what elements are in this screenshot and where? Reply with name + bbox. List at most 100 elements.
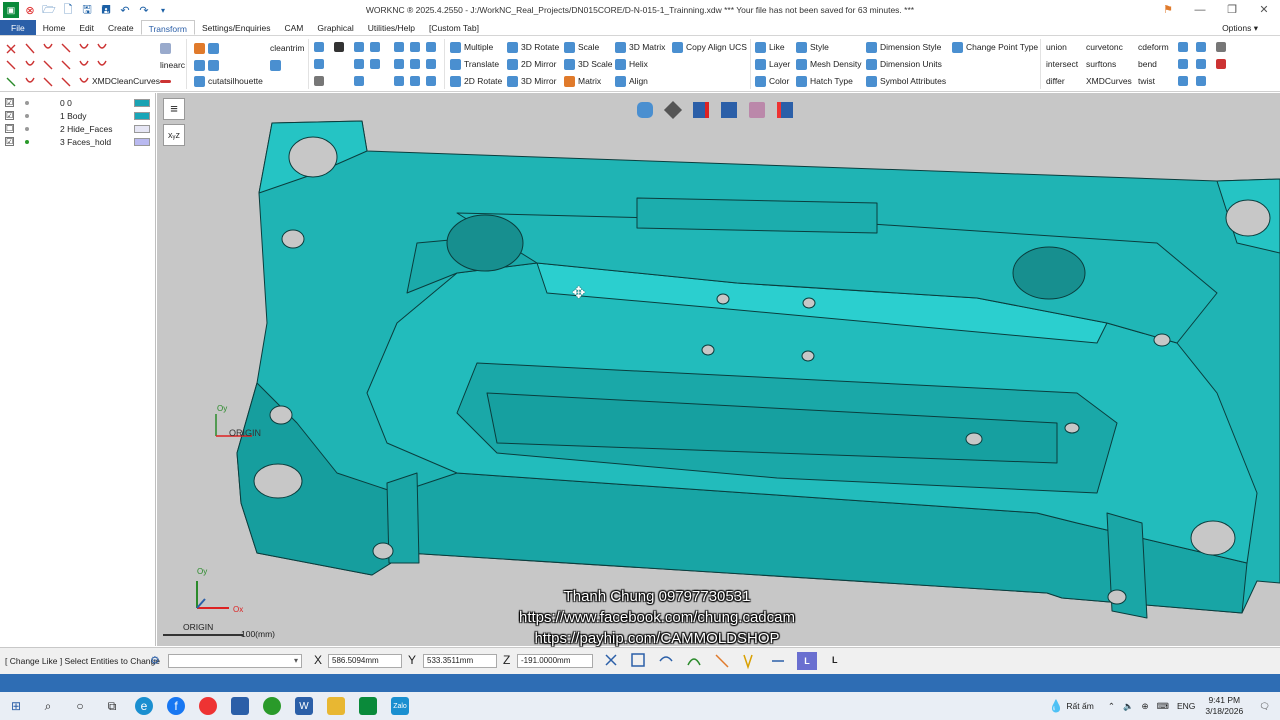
app-blue-icon[interactable] — [231, 697, 249, 715]
layer-row[interactable]: ☑ 1 Body — [0, 109, 155, 122]
3d-viewport[interactable]: ≡ xᵧz Oy ORIGIN Oy Ox ORIGIN 100(mm) ✥ — [157, 93, 1280, 646]
ribbon-2d-mirror[interactable]: 2D Mirror — [507, 56, 556, 72]
ribbon-like[interactable]: Like — [755, 39, 785, 55]
layer-row[interactable]: ☐ 2 Hide_Faces — [0, 122, 155, 135]
close-doc-icon[interactable]: ⊗ — [22, 2, 38, 18]
file-explorer-icon[interactable] — [327, 697, 345, 715]
view-shaded-icon[interactable] — [749, 102, 765, 118]
ribbon-bend[interactable]: bend — [1138, 56, 1157, 72]
chrome-icon[interactable] — [199, 697, 217, 715]
ribbon-scale[interactable]: Scale — [564, 39, 599, 55]
save-icon[interactable]: 🖫 — [79, 2, 95, 18]
worknc-icon[interactable] — [359, 697, 377, 715]
view-box-blue-icon[interactable] — [721, 102, 737, 118]
close-button[interactable]: ✕ — [1248, 0, 1280, 20]
ribbon-symbol-attributes[interactable]: Symbol Attributes — [866, 73, 946, 89]
save-as-icon[interactable]: 🖪 — [98, 2, 114, 18]
layer-active-indicator[interactable] — [25, 113, 29, 118]
layer-active-indicator[interactable] — [25, 139, 29, 144]
menu-icon[interactable]: ≡ — [163, 98, 185, 120]
ribbon-copy-align-ucs[interactable]: Copy Align UCS — [672, 39, 747, 55]
notifications-icon[interactable]: 🗨 — [1259, 701, 1270, 712]
line-toggle-alt[interactable]: L — [832, 655, 838, 665]
ribbon-cdeform[interactable]: cdeform — [1138, 39, 1169, 55]
view-box-red-icon[interactable] — [693, 102, 709, 118]
layer-visible-checkbox[interactable]: ☑ — [5, 98, 14, 107]
keyboard-icon[interactable]: ⌨ — [1157, 701, 1169, 712]
redo-icon[interactable]: ↷ — [136, 2, 152, 18]
ribbon-xmdcleancurves[interactable]: XMDCleanCurves — [92, 73, 160, 89]
undo-icon[interactable]: ↶ — [117, 2, 133, 18]
filter-select[interactable]: ▾ — [168, 654, 302, 668]
ribbon-differ[interactable]: differ — [1046, 73, 1065, 89]
ribbon-3d-mirror[interactable]: 3D Mirror — [507, 73, 556, 89]
tab-transform[interactable]: Transform — [140, 20, 195, 35]
ribbon-dimension-style[interactable]: Dimension Style — [866, 39, 941, 55]
search-icon[interactable]: ⌕ — [39, 697, 57, 715]
ribbon-cutatsilhouette[interactable]: cutatsilhouette — [194, 73, 263, 89]
snap-tools-icons[interactable] — [602, 651, 792, 671]
ribbon-3d-matrix[interactable]: 3D Matrix — [615, 39, 665, 55]
view-section-icon[interactable] — [777, 102, 793, 118]
zalo-icon[interactable]: Zalo — [391, 697, 409, 715]
ribbon-twist[interactable]: twist — [1138, 73, 1155, 89]
weather-icon[interactable]: 💧 — [1048, 699, 1063, 713]
view-axes-icon[interactable]: xᵧz — [163, 124, 185, 146]
ribbon-style[interactable]: Style — [796, 39, 829, 55]
ribbon-dimension-units[interactable]: Dimension Units — [866, 56, 942, 72]
x-coordinate-field[interactable]: 586.5094mm — [328, 654, 402, 668]
ribbon-icon-a[interactable] — [160, 40, 174, 56]
ribbon-align[interactable]: Align — [615, 73, 648, 89]
restore-button[interactable]: ❐ — [1216, 0, 1248, 20]
line-toggle-button[interactable]: L — [797, 652, 817, 670]
ribbon-3d-scale[interactable]: 3D Scale — [564, 56, 613, 72]
facebook-icon[interactable]: f — [167, 697, 185, 715]
edge-icon[interactable]: e — [135, 697, 153, 715]
ribbon-curvetonc[interactable]: curvetonc — [1086, 39, 1123, 55]
word-icon[interactable]: W — [295, 697, 313, 715]
chrome-alt-icon[interactable] — [263, 697, 281, 715]
ribbon-matrix[interactable]: Matrix — [564, 73, 601, 89]
options-menu[interactable]: Options ▾ — [1222, 20, 1258, 36]
ribbon-linearc[interactable]: linearc — [160, 57, 185, 73]
ribbon-hatch-type[interactable]: Hatch Type — [796, 73, 853, 89]
view-iso-icon[interactable] — [663, 100, 683, 120]
tab-home[interactable]: Home — [36, 20, 73, 35]
ribbon-union[interactable]: union — [1046, 39, 1067, 55]
layer-color-swatch[interactable] — [134, 137, 150, 146]
ribbon-surftons[interactable]: surftons — [1086, 56, 1116, 72]
ribbon-color[interactable]: Color — [755, 73, 789, 89]
filter-icon[interactable]: ⚙ — [150, 654, 160, 667]
layer-color-swatch[interactable] — [134, 124, 150, 133]
ribbon-translate[interactable]: Translate — [450, 56, 499, 72]
tab-cam[interactable]: CAM — [278, 20, 311, 35]
teams-icon[interactable]: ⚑ — [1152, 0, 1184, 20]
surface-tools-icons[interactable] — [312, 40, 442, 90]
ribbon-cleantrim[interactable]: cleantrim — [270, 40, 304, 56]
tab-settings[interactable]: Settings/Enquiries — [195, 20, 278, 35]
ribbon-change-point-type[interactable]: Change Point Type — [952, 39, 1038, 55]
tab-utilities[interactable]: Utilities/Help — [361, 20, 422, 35]
layer-active-indicator[interactable] — [25, 126, 29, 131]
y-coordinate-field[interactable]: 533.3511mm — [423, 654, 497, 668]
ribbon-layer[interactable]: Layer — [755, 56, 790, 72]
ribbon-icon-d[interactable] — [194, 57, 222, 73]
customize-qa-icon[interactable]: ▾ — [155, 2, 171, 18]
view-cylinder-icon[interactable] — [637, 102, 653, 118]
ribbon-icon-c[interactable] — [194, 40, 222, 56]
layer-visible-checkbox[interactable]: ☑ — [5, 111, 14, 120]
network-icon[interactable]: ⊕ — [1142, 701, 1149, 712]
tray-chevron-icon[interactable]: ⌃ — [1108, 701, 1115, 712]
layer-visible-checkbox[interactable]: ☑ — [5, 137, 14, 146]
tab-create[interactable]: Create — [101, 20, 141, 35]
start-icon[interactable]: ⊞ — [7, 697, 25, 715]
minimize-button[interactable]: — — [1184, 0, 1216, 20]
layer-active-indicator[interactable] — [25, 100, 29, 105]
extra-tools-icons[interactable] — [1176, 40, 1232, 90]
language-indicator[interactable]: ENG — [1177, 701, 1195, 711]
layer-visible-checkbox[interactable]: ☐ — [5, 124, 14, 133]
tab-graphical[interactable]: Graphical — [310, 20, 360, 35]
z-coordinate-field[interactable]: -191.0000mm — [517, 654, 593, 668]
ribbon-intersect[interactable]: intersect — [1046, 56, 1078, 72]
ribbon-3d-rotate[interactable]: 3D Rotate — [507, 39, 559, 55]
